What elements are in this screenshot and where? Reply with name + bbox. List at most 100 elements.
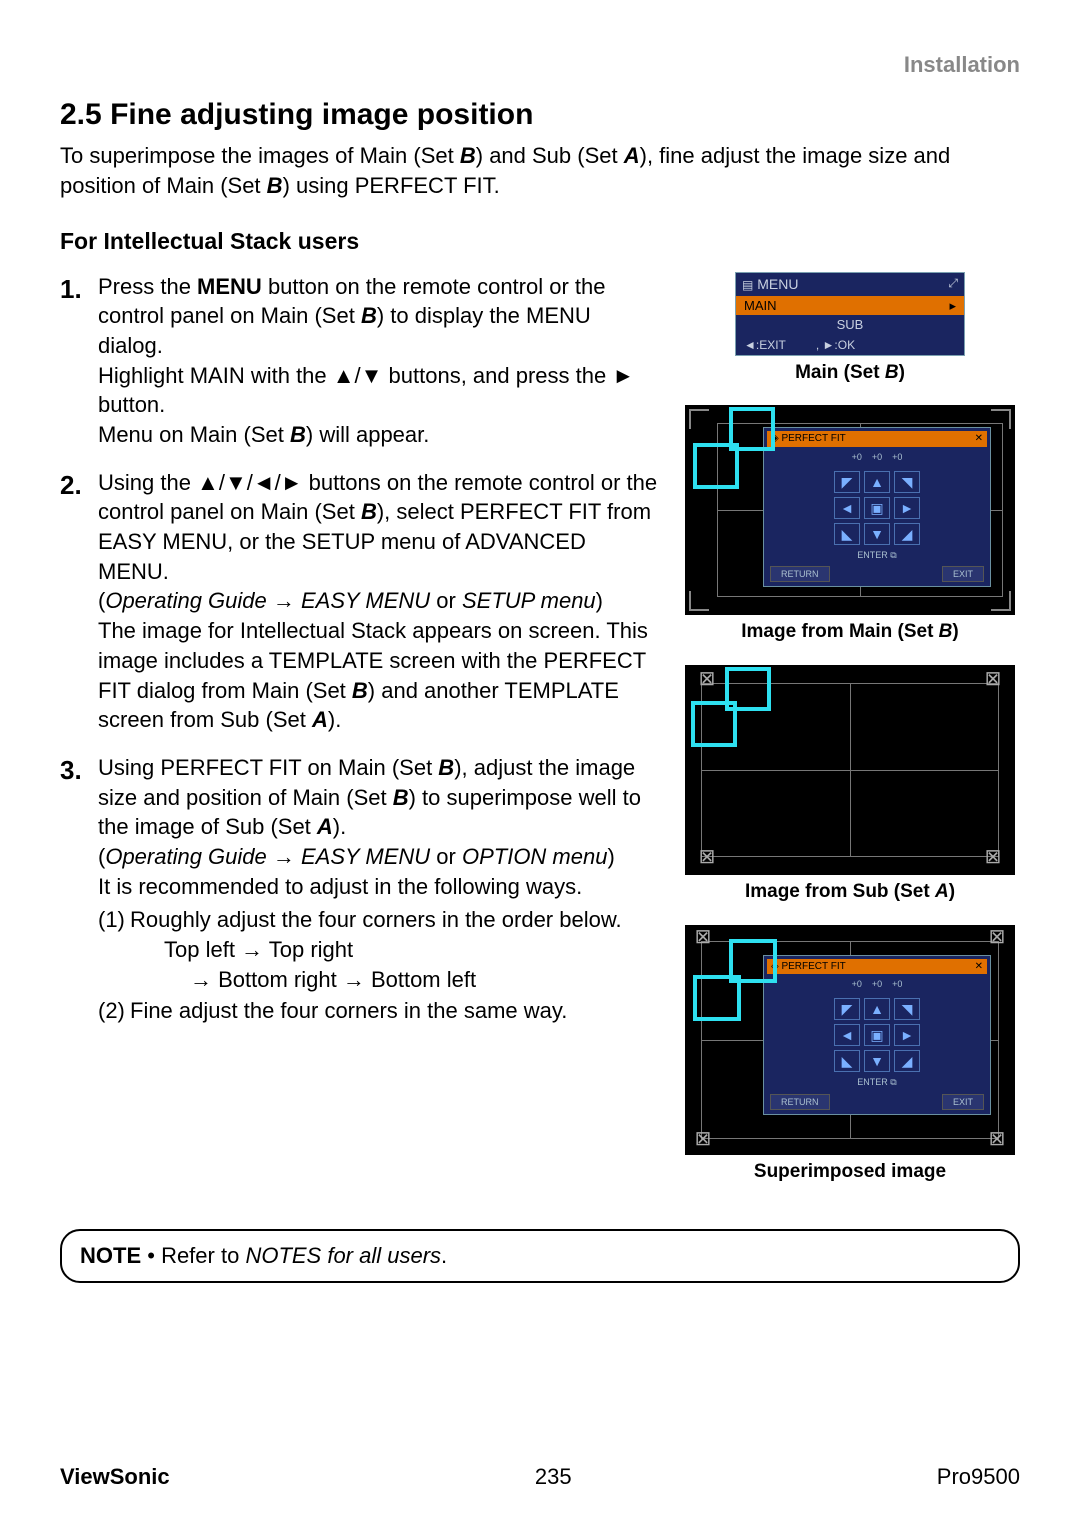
pf-h3: +0	[892, 451, 902, 463]
pf-title-2: PERFECT FIT	[781, 961, 845, 972]
intro-b2: B	[267, 173, 283, 198]
step-2-body: Using the ▲/▼/◄/► buttons on the remote …	[98, 468, 660, 735]
section-intro: To superimpose the images of Main (Set B…	[60, 141, 1020, 200]
intro-t4: ) using PERFECT FIT.	[283, 173, 500, 198]
intro-b1: B	[460, 143, 476, 168]
cap1a: Main (Set	[795, 362, 885, 383]
menu-exit: ◄:EXIT	[744, 337, 786, 353]
note-label: NOTE	[80, 1243, 141, 1268]
s3-gc: )	[607, 844, 614, 869]
figure-main: ◈ PERFECT FIT✕ +0+0+0 ◤▲◥ ◄▣► ◣▼◢ ENTER …	[680, 405, 1020, 645]
page-footer: ViewSonic 235 Pro9500	[60, 1462, 1020, 1492]
footer-center: 235	[535, 1462, 572, 1492]
intro-t2: ) and Sub (Set	[476, 143, 624, 168]
s2-g3: SETUP menu	[462, 588, 596, 613]
subheading: For Intellectual Stack users	[60, 226, 1020, 257]
s3-b2: B	[393, 785, 409, 810]
cap1c: )	[899, 362, 905, 383]
note-bullet: •	[141, 1243, 161, 1268]
s2-b2: B	[352, 678, 368, 703]
pf2-return: RETURN	[770, 1094, 830, 1110]
figure-superimposed: ⊠ ⊠ ⊠ ⊠ ◈ PERFECT FIT✕ +0+0+0 ◤▲◥ ◄▣► ◣▼…	[680, 925, 1020, 1185]
s3-ar: →	[267, 844, 301, 869]
pf2-h1: +0	[852, 978, 862, 990]
step-3: 3. Using PERFECT FIT on Main (Set B), ad…	[60, 753, 660, 1026]
s3-t4: ).	[333, 814, 346, 839]
pf-enter: ENTER	[857, 550, 888, 560]
s1-b1: B	[361, 303, 377, 328]
menu-title: MENU	[757, 276, 798, 292]
menu-main: MAIN	[744, 297, 777, 315]
expand-icon: ⤢	[948, 275, 958, 294]
step-1-body: Press the MENU button on the remote cont…	[98, 272, 660, 450]
s2-b1: B	[361, 499, 377, 524]
section-number: 2.5	[60, 98, 102, 131]
step-2: 2. Using the ▲/▼/◄/► buttons on the remo…	[60, 468, 660, 735]
pf-h1: +0	[852, 451, 862, 463]
ss1-b: Top left → Top right	[130, 935, 622, 965]
cap2a: Image from Main (Set	[741, 621, 938, 642]
s2-gc: )	[596, 588, 603, 613]
note-t1: Refer to	[161, 1243, 245, 1268]
cyan-highlight-b	[693, 443, 739, 489]
s2-a1: A	[312, 707, 328, 732]
figure-sub: ⊠ ⊠ ⊠ ⊠ Image from Sub (Set A)	[680, 665, 1020, 905]
cap3c: )	[949, 881, 955, 902]
s3-b1: B	[438, 755, 454, 780]
close-icon: ✕	[975, 960, 983, 974]
s3-t1: Using PERFECT FIT on Main (Set	[98, 755, 438, 780]
step-2-num: 2.	[60, 468, 82, 503]
chevron-right-icon: ▸	[949, 297, 956, 315]
s3-g1: Operating Guide	[105, 844, 266, 869]
note-box: NOTE • Refer to NOTES for all users.	[60, 1229, 1020, 1283]
menu-ok: , ►:OK	[816, 337, 855, 353]
ss2-n: (2)	[98, 996, 130, 1026]
s1-t4: Highlight MAIN with the ▲/▼ buttons, and…	[98, 363, 634, 418]
header-installation: Installation	[60, 50, 1020, 80]
pf2-enter: ENTER	[857, 1077, 888, 1087]
pf-h2: +0	[872, 451, 882, 463]
footer-left: ViewSonic	[60, 1462, 170, 1492]
ss2-t: Fine adjust the four corners in the same…	[130, 996, 567, 1026]
pf2-h3: +0	[892, 978, 902, 990]
s2-t5: ).	[328, 707, 341, 732]
s1-t6: ) will appear.	[306, 422, 430, 447]
ss1-n: (1)	[98, 905, 130, 994]
s3-g3: OPTION menu	[462, 844, 607, 869]
s1-t1: Press the	[98, 274, 197, 299]
s1-t5: Menu on Main (Set	[98, 422, 290, 447]
s1-menu: MENU	[197, 274, 262, 299]
footer-right: Pro9500	[937, 1462, 1020, 1492]
pf-return: RETURN	[770, 566, 830, 582]
ss1-c: → Bottom right → Bottom left	[130, 965, 622, 995]
note-em: NOTES for all users	[245, 1243, 441, 1268]
ss1-a: Roughly adjust the four corners in the o…	[130, 907, 622, 932]
cap3a: Image from Sub (Set	[745, 881, 935, 902]
step-3-body: Using PERFECT FIT on Main (Set B), adjus…	[98, 753, 660, 1026]
cyan-highlight-f	[693, 975, 741, 1021]
figure-menu: ▤ MENU ⤢ MAIN ▸ SUB ◄:EXIT , ►:OK Main (S…	[680, 272, 1020, 386]
s2-g1: Operating Guide	[105, 588, 266, 613]
pf-title: PERFECT FIT	[781, 433, 845, 444]
s1-b2: B	[290, 422, 306, 447]
intro-a1: A	[624, 143, 640, 168]
substep-2: (2) Fine adjust the four corners in the …	[98, 996, 660, 1026]
s3-a1: A	[317, 814, 333, 839]
cap2c: )	[952, 621, 958, 642]
pf-exit: EXIT	[942, 566, 984, 582]
s2-ar: →	[267, 588, 301, 613]
menu-sub: SUB	[736, 315, 964, 335]
step-1-num: 1.	[60, 272, 82, 307]
cap3b: A	[935, 881, 949, 902]
close-icon: ✕	[975, 432, 983, 446]
step-3-num: 3.	[60, 753, 82, 788]
substep-1: (1) Roughly adjust the four corners in t…	[98, 905, 660, 994]
menu-icon: ▤	[742, 278, 753, 292]
cap4: Superimposed image	[680, 1159, 1020, 1185]
s2-g2: EASY MENU	[301, 588, 430, 613]
s3-or: or	[430, 844, 462, 869]
s2-or: or	[430, 588, 462, 613]
s3-g2: EASY MENU	[301, 844, 430, 869]
pf2-exit: EXIT	[942, 1094, 984, 1110]
pf2-h2: +0	[872, 978, 882, 990]
